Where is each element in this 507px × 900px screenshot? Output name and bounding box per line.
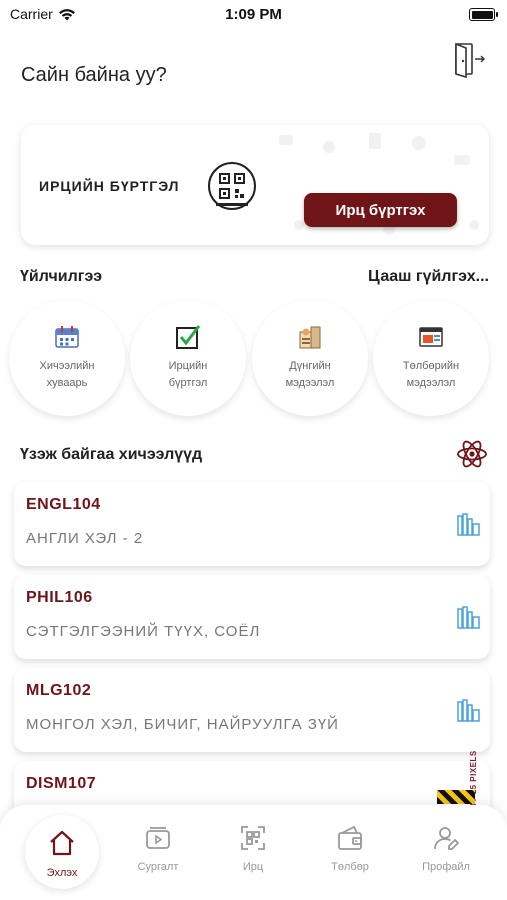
courses-title: Үзэж байгаа хичээлүүд: [20, 446, 203, 463]
course-card[interactable]: PHIL106 СЭТГЭЛГЭЭНИЙ ТҮҮХ, СОЁЛ: [14, 575, 490, 659]
clock: 1:09 PM: [225, 6, 282, 23]
nav-profile[interactable]: Профайл: [406, 823, 486, 885]
service-label: Ирцийн бүртгэл: [168, 360, 208, 389]
course-code: ENGL104: [26, 496, 101, 513]
calendar-icon: [55, 326, 79, 348]
hazard-stripe: [437, 790, 475, 804]
grades-icon: [299, 326, 321, 349]
video-lesson-icon: [146, 827, 170, 849]
register-attendance-button[interactable]: Ирц бүртгэх: [304, 193, 457, 227]
nav-attendance[interactable]: Ирц: [213, 823, 293, 885]
nav-home[interactable]: Эхлэх: [25, 815, 99, 889]
course-card[interactable]: MLG102 МОНГОЛ ХЭЛ, БИЧИГ, НАЙРУУЛГА ЗҮЙ: [14, 668, 490, 752]
attendance-card: ИРЦИЙН БҮРТГЭЛ Ирц бүртгэх: [21, 125, 489, 245]
checkbox-icon: [176, 325, 201, 349]
qr-scan-icon: [241, 826, 265, 850]
battery-icon: [469, 8, 498, 21]
nav-payment[interactable]: Төлбөр: [310, 823, 390, 885]
home-icon: [50, 830, 74, 856]
service-grades[interactable]: Дүнгийн мэдээлэл: [252, 300, 368, 416]
course-code: PHIL106: [26, 589, 93, 606]
greeting-title: Сайн байна уу?: [21, 64, 167, 86]
atom-icon[interactable]: [456, 438, 488, 470]
course-code: DISM107: [26, 775, 97, 792]
payment-icon: [419, 327, 443, 347]
books-icon: [457, 513, 480, 536]
service-label: Дүнгийн мэдээлэл: [285, 360, 335, 389]
card-background-pattern: [279, 133, 479, 235]
nav-profile-label: Профайл: [422, 861, 470, 873]
service-payment[interactable]: Төлбөрийн мэдээлэл: [373, 300, 489, 416]
nav-home-label: Эхлэх: [46, 867, 78, 879]
service-label: Хичээлийн хуваарь: [39, 360, 95, 389]
profile-icon: [434, 827, 459, 850]
service-attendance[interactable]: Ирцийн бүртгэл: [130, 300, 246, 416]
qr-code-icon: [208, 162, 256, 210]
service-label: Төлбөрийн мэдээлэл: [402, 360, 460, 389]
course-code: MLG102: [26, 682, 92, 699]
books-icon: [457, 606, 480, 629]
nav-payment-label: Төлбөр: [331, 861, 369, 873]
logout-icon[interactable]: [448, 40, 488, 80]
course-card[interactable]: ENGL104 АНГЛИ ХЭЛ - 2: [14, 482, 490, 566]
bottom-nav: Эхлэх Сургалт Ирц Төлбөр Профайл: [0, 805, 507, 900]
nav-lessons[interactable]: Сургалт: [118, 823, 198, 885]
service-schedule[interactable]: Хичээлийн хуваарь: [9, 300, 125, 416]
nav-attendance-label: Ирц: [242, 861, 264, 873]
course-name: СЭТГЭЛГЭЭНИЙ ТҮҮХ, СОЁЛ: [26, 623, 261, 640]
books-icon: [457, 699, 480, 722]
services-title: Үйлчилгээ: [20, 268, 103, 285]
course-name: МОНГОЛ ХЭЛ, БИЧИГ, НАЙРУУЛГА ЗҮЙ: [26, 716, 339, 733]
attendance-card-title: ИРЦИЙН БҮРТГЭЛ: [39, 178, 180, 194]
status-bar: Carrier 1:09 PM: [0, 0, 507, 30]
nav-lessons-label: Сургалт: [137, 861, 179, 873]
course-name: АНГЛИ ХЭЛ - 2: [26, 530, 144, 547]
scroll-more-link[interactable]: Цааш гүйлгэх...: [368, 268, 489, 286]
wallet-icon: [338, 825, 362, 850]
